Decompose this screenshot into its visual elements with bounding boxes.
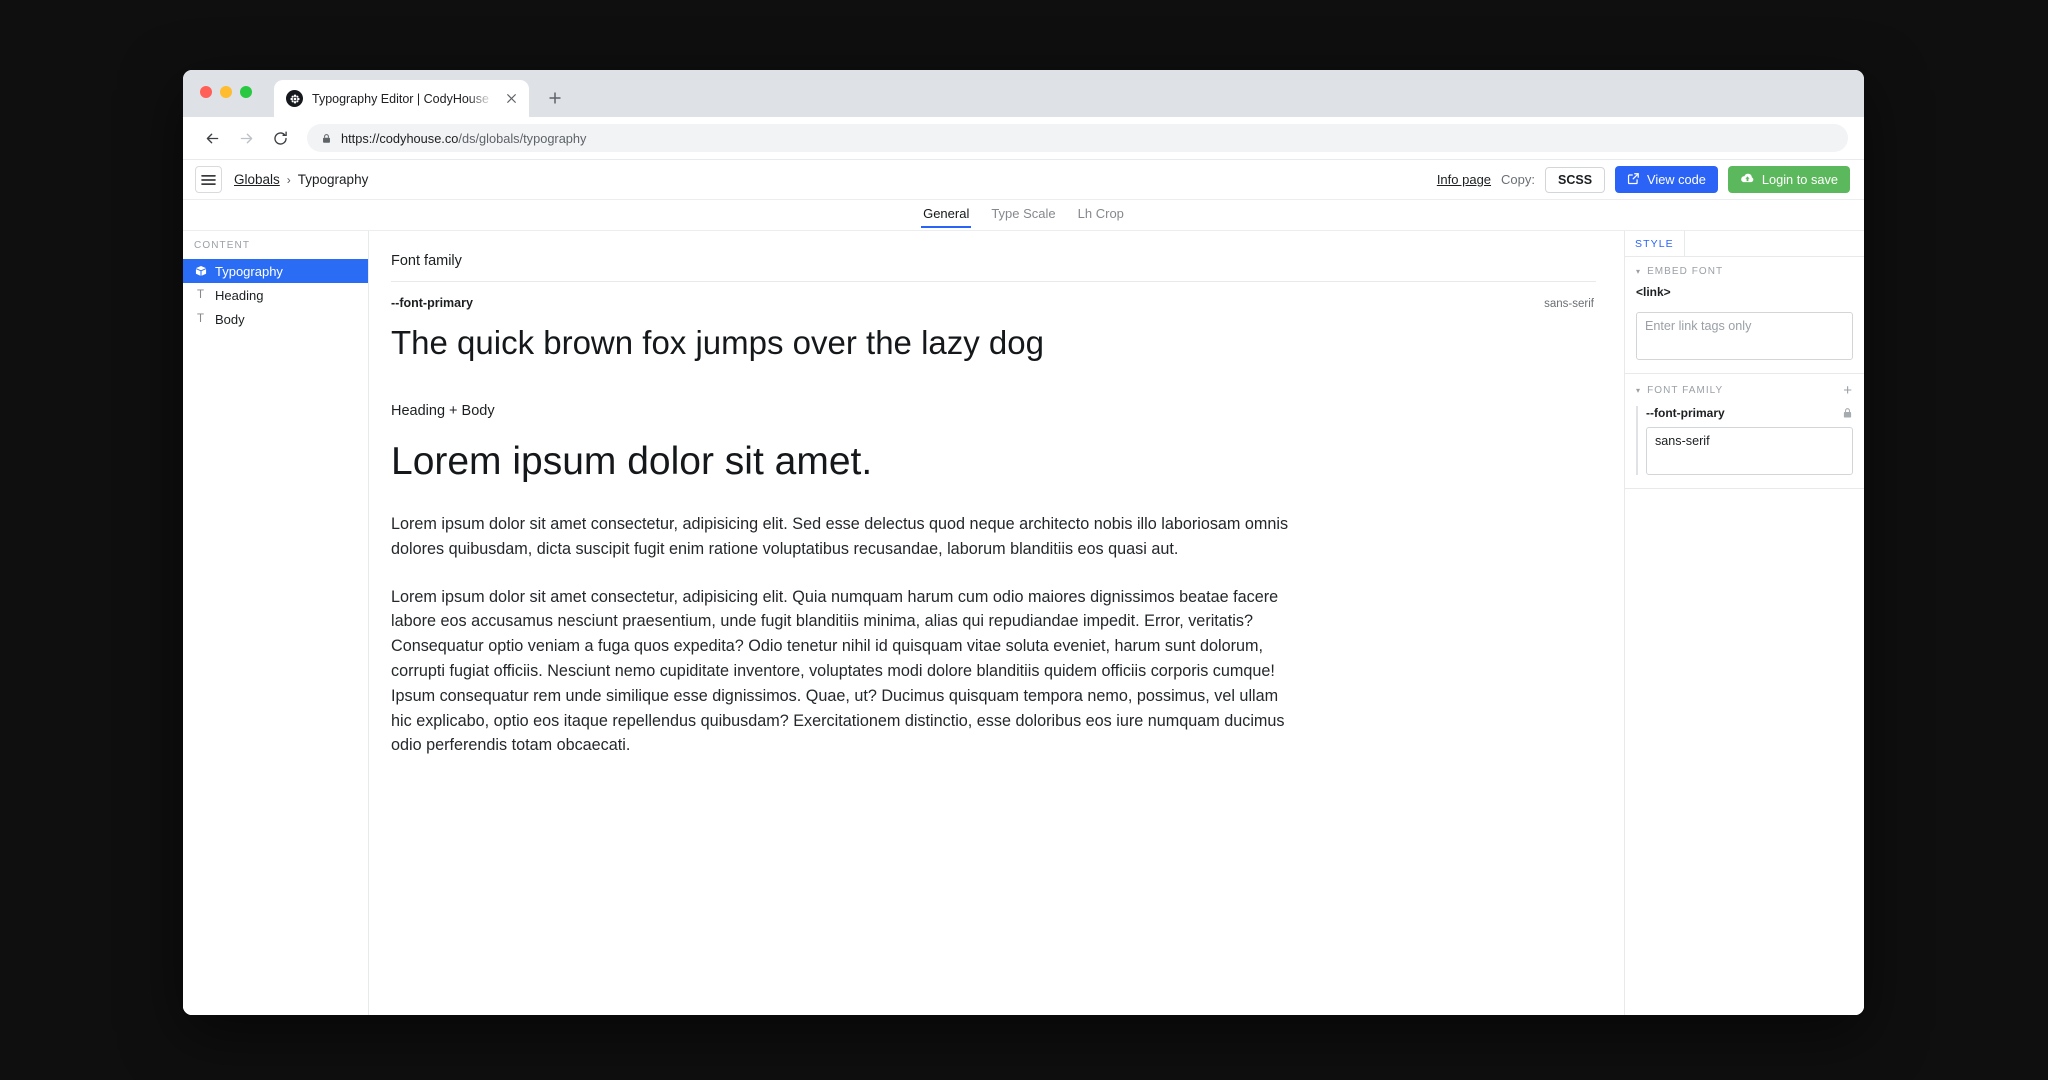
- font-token-row: --font-primary sans-serif: [391, 282, 1596, 310]
- add-icon[interactable]: +: [1843, 383, 1853, 398]
- content-sidebar: CONTENT Typography T Heading T Body: [183, 231, 369, 1015]
- tab-style[interactable]: STYLE: [1625, 231, 1685, 256]
- address-bar[interactable]: https://codyhouse.co/ds/globals/typograp…: [307, 124, 1848, 152]
- embed-font-section: ▾ EMBED FONT <link>: [1625, 257, 1864, 374]
- sidebar-item-body[interactable]: T Body: [183, 307, 368, 331]
- tab-lh-crop[interactable]: Lh Crop: [1076, 203, 1126, 228]
- forward-button[interactable]: [231, 123, 261, 153]
- sample-heading: Lorem ipsum dolor sit amet.: [391, 440, 873, 484]
- lock-icon[interactable]: [1842, 407, 1853, 419]
- font-token-name: --font-primary: [391, 296, 473, 310]
- maximize-window-button[interactable]: [240, 86, 252, 98]
- app-body: CONTENT Typography T Heading T Body Font…: [183, 231, 1864, 1015]
- sample-paragraph-1: Lorem ipsum dolor sit amet consectetur, …: [391, 515, 1289, 558]
- lock-icon: [321, 133, 332, 144]
- font-family-title: FONT FAMILY: [1647, 385, 1724, 396]
- editor-tabs: General Type Scale Lh Crop: [183, 200, 1864, 231]
- browser-tab-title: Typography Editor | CodyHouse: [312, 91, 489, 106]
- section-label-heading-body: Heading + Body: [391, 403, 495, 420]
- cloud-upload-icon: [1740, 172, 1755, 188]
- font-family-panel-section: ▾ FONT FAMILY + --font-primary: [1625, 374, 1864, 489]
- login-to-save-button[interactable]: Login to save: [1727, 166, 1850, 193]
- font-sample-text: The quick brown fox jumps over the lazy …: [391, 324, 1044, 361]
- font-primary-label: --font-primary: [1646, 406, 1725, 420]
- sidebar-item-label: Typography: [215, 263, 283, 279]
- sidebar-item-label: Heading: [215, 287, 264, 303]
- login-to-save-label: Login to save: [1761, 172, 1838, 187]
- breadcrumb-link-globals[interactable]: Globals: [234, 172, 280, 187]
- reload-button[interactable]: [265, 123, 295, 153]
- package-icon: [194, 265, 207, 277]
- heading-body-section: Heading + Body Lorem ipsum dolor sit ame…: [391, 397, 1596, 758]
- browser-toolbar: https://codyhouse.co/ds/globals/typograp…: [183, 117, 1864, 160]
- browser-tab-strip: Typography Editor | CodyHouse: [183, 70, 1864, 117]
- style-panel: STYLE ▾ EMBED FONT <link> ▾ FONT FAMILY: [1624, 231, 1864, 1015]
- app-header: Globals › Typography Info page Copy: SCS…: [183, 160, 1864, 200]
- link-field-label: <link>: [1636, 285, 1671, 299]
- chevron-down-icon: ▾: [1636, 386, 1642, 395]
- sample-paragraph-2: Lorem ipsum dolor sit amet consectetur, …: [391, 587, 1285, 755]
- text-icon: T: [196, 289, 205, 301]
- tab-general[interactable]: General: [921, 203, 972, 228]
- address-bar-text: https://codyhouse.co/ds/globals/typograp…: [341, 131, 586, 146]
- font-primary-property-row: --font-primary: [1646, 406, 1853, 420]
- close-window-button[interactable]: [200, 86, 212, 98]
- chevron-right-icon: ›: [286, 172, 291, 187]
- browser-window: Typography Editor | CodyHouse https://co…: [183, 70, 1864, 1015]
- section-label-font-family: Font family: [391, 253, 462, 269]
- close-icon[interactable]: [502, 90, 520, 108]
- embed-font-section-header[interactable]: ▾ EMBED FONT: [1636, 266, 1853, 285]
- view-code-button[interactable]: View code: [1615, 166, 1718, 193]
- url-path: /ds/globals/typography: [458, 130, 587, 146]
- font-family-property-block: --font-primary: [1636, 406, 1853, 475]
- sidebar-item-heading[interactable]: T Heading: [183, 283, 368, 307]
- font-family-section: Font family: [391, 253, 1596, 282]
- copy-label: Copy:: [1501, 172, 1535, 187]
- external-link-icon: [1627, 172, 1640, 188]
- minimize-window-button[interactable]: [220, 86, 232, 98]
- style-panel-tab-filler: [1685, 231, 1864, 256]
- tab-type-scale[interactable]: Type Scale: [989, 203, 1057, 228]
- breadcrumb-current: Typography: [297, 172, 369, 187]
- font-token-value: sans-serif: [1544, 298, 1594, 310]
- style-panel-tabs: STYLE: [1625, 231, 1864, 257]
- view-code-label: View code: [1647, 172, 1706, 187]
- sidebar-item-label: Body: [215, 311, 245, 327]
- breadcrumb: Globals › Typography: [234, 172, 368, 187]
- copy-format-button[interactable]: SCSS: [1545, 166, 1606, 193]
- codyhouse-logo-icon: [286, 90, 303, 107]
- url-origin: https://codyhouse.co: [341, 130, 459, 146]
- font-family-textarea[interactable]: [1646, 427, 1853, 475]
- window-traffic-lights: [200, 86, 252, 98]
- new-tab-button[interactable]: [541, 84, 569, 112]
- text-icon: T: [196, 313, 205, 325]
- header-actions: Info page Copy: SCSS View code Login to …: [1437, 166, 1850, 193]
- back-button[interactable]: [197, 123, 227, 153]
- preview-canvas: Font family --font-primary sans-serif Th…: [369, 231, 1624, 1015]
- chevron-down-icon: ▾: [1636, 267, 1642, 276]
- embed-font-title: EMBED FONT: [1647, 266, 1724, 277]
- app-root: Globals › Typography Info page Copy: SCS…: [183, 160, 1864, 1015]
- embed-font-textarea[interactable]: [1636, 312, 1853, 360]
- sidebar-section-title: CONTENT: [194, 240, 251, 251]
- browser-tab[interactable]: Typography Editor | CodyHouse: [274, 80, 529, 117]
- sidebar-item-typography[interactable]: Typography: [183, 259, 368, 283]
- info-page-link[interactable]: Info page: [1437, 172, 1491, 187]
- font-family-section-header[interactable]: ▾ FONT FAMILY +: [1636, 383, 1853, 406]
- hamburger-icon[interactable]: [195, 166, 222, 193]
